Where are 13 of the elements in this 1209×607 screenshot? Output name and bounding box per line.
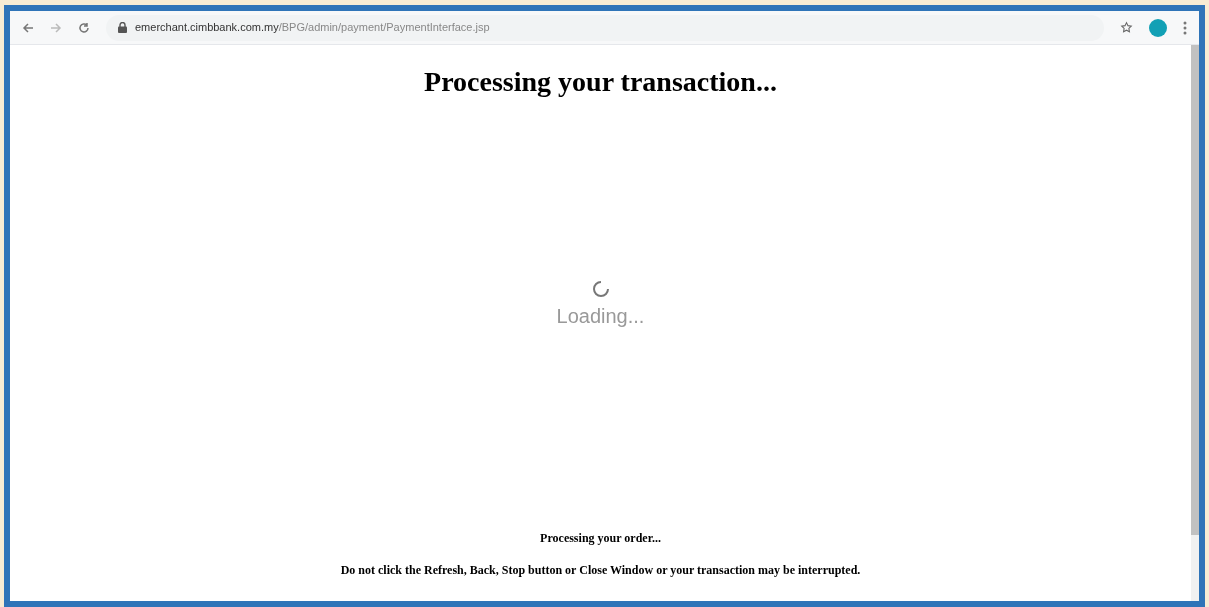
warning-text: Do not click the Refresh, Back, Stop button or Close Window or your transaction may be interrupted. <box>340 562 861 579</box>
loading-spinner-icon <box>590 279 611 299</box>
order-status-text: Processing your order... <box>540 530 661 547</box>
page-heading: Processing your transaction... <box>424 65 777 99</box>
profile-avatar[interactable] <box>1149 18 1167 37</box>
reload-icon[interactable] <box>78 21 90 34</box>
url-text: emerchant.cimbbank.com.my/BPG/admin/payment/PaymentInterface.jsp <box>135 20 490 36</box>
star-icon[interactable] <box>1120 21 1133 34</box>
address-bar[interactable]: emerchant.cimbbank.com.my/BPG/admin/payment/PaymentInterface.jsp <box>106 14 1104 41</box>
loading-text: Loading... <box>556 304 645 329</box>
menu-icon[interactable] <box>1183 20 1187 35</box>
lock-icon <box>118 22 127 33</box>
back-icon[interactable] <box>22 21 34 34</box>
